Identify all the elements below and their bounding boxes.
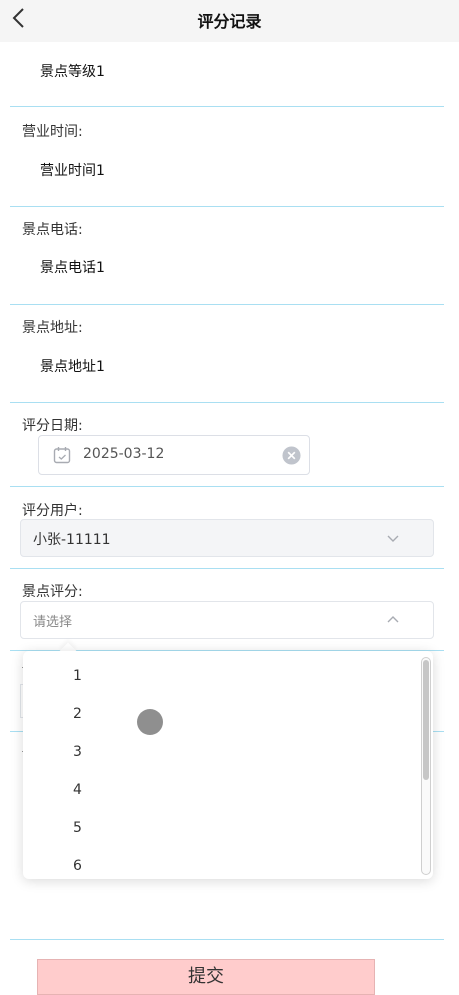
- divider: [10, 304, 444, 305]
- divider: [10, 106, 444, 107]
- score-select-placeholder: 请选择: [33, 615, 73, 630]
- clear-circle-icon[interactable]: [282, 446, 301, 465]
- phone-label: 景点电话:: [22, 222, 83, 238]
- date-picker-input[interactable]: 2025-03-12: [38, 435, 310, 475]
- dropdown-scrollbar[interactable]: [421, 657, 431, 875]
- dropdown-option[interactable]: 4: [73, 782, 82, 798]
- page-title: 评分记录: [197, 12, 262, 31]
- scrollbar-thumb[interactable]: [423, 660, 429, 780]
- address-label: 景点地址:: [22, 320, 83, 336]
- submit-button[interactable]: 提交: [37, 959, 375, 995]
- address-value: 景点地址1: [40, 359, 105, 375]
- hours-value: 营业时间1: [40, 163, 105, 179]
- level-value: 景点等级1: [40, 64, 105, 80]
- divider: [10, 486, 444, 487]
- date-label: 评分日期:: [22, 418, 83, 434]
- touch-cursor-indicator: [137, 709, 163, 735]
- date-value: 2025-03-12: [83, 446, 165, 462]
- divider: [10, 568, 444, 569]
- dropdown-option[interactable]: 1: [73, 668, 82, 684]
- score-select[interactable]: 请选择: [20, 601, 434, 639]
- score-dropdown-menu: 1 2 3 4 5 6: [23, 651, 433, 879]
- calendar-icon: [53, 447, 71, 464]
- dropdown-option[interactable]: 2: [73, 706, 82, 722]
- dropdown-option[interactable]: 6: [73, 858, 82, 874]
- top-bar: 评分记录: [0, 0, 459, 42]
- user-select-value: 小张-11111: [33, 532, 111, 548]
- divider: [10, 206, 444, 207]
- dropdown-option[interactable]: 3: [73, 744, 82, 760]
- score-label: 景点评分:: [22, 584, 83, 600]
- chevron-up-icon: [387, 616, 399, 623]
- dropdown-option[interactable]: 5: [73, 820, 82, 836]
- hours-label: 营业时间:: [22, 124, 83, 140]
- user-select[interactable]: 小张-11111: [20, 519, 434, 557]
- user-label: 评分用户:: [22, 503, 83, 519]
- divider: [10, 402, 444, 403]
- divider: [10, 939, 444, 940]
- chevron-down-icon: [387, 535, 399, 542]
- phone-value: 景点电话1: [40, 260, 105, 276]
